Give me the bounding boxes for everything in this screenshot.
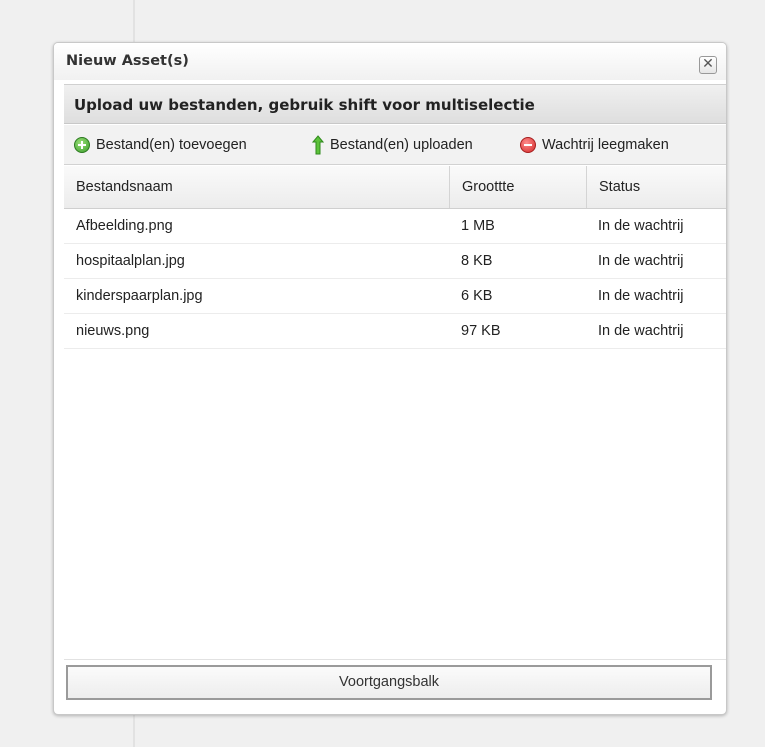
- file-size: 8 KB: [461, 253, 493, 269]
- progress-label: Voortgangsbalk: [339, 674, 439, 690]
- table-row[interactable]: kinderspaarplan.jpg 6 KB In de wachtrij: [64, 279, 726, 314]
- grid-header: Bestandsnaam Groottte Status: [64, 166, 726, 209]
- file-name: nieuws.png: [76, 323, 150, 339]
- add-files-button[interactable]: Bestand(en) toevoegen: [74, 135, 247, 155]
- file-size: 1 MB: [461, 218, 495, 234]
- clear-queue-button[interactable]: Wachtrij leegmaken: [520, 135, 669, 155]
- column-header-size[interactable]: Groottte: [449, 166, 586, 208]
- file-size: 97 KB: [461, 323, 501, 339]
- file-name: kinderspaarplan.jpg: [76, 288, 203, 304]
- arrow-up-icon: [312, 135, 324, 155]
- file-status: In de wachtrij: [598, 323, 684, 339]
- file-name: hospitaalplan.jpg: [76, 253, 185, 269]
- close-button[interactable]: ✕: [699, 56, 717, 74]
- dialog-titlebar[interactable]: Nieuw Asset(s) ✕: [54, 43, 726, 80]
- file-status: In de wachtrij: [598, 218, 684, 234]
- remove-circle-icon: [520, 137, 536, 153]
- table-row[interactable]: Afbeelding.png 1 MB In de wachtrij: [64, 209, 726, 244]
- clear-queue-label: Wachtrij leegmaken: [542, 137, 669, 153]
- file-grid: Bestandsnaam Groottte Status Afbeelding.…: [64, 166, 726, 660]
- table-row[interactable]: nieuws.png 97 KB In de wachtrij: [64, 314, 726, 349]
- upload-dialog: Nieuw Asset(s) ✕ Upload uw bestanden, ge…: [53, 42, 727, 715]
- panel-header-label: Upload uw bestanden, gebruik shift voor …: [74, 96, 535, 114]
- upload-files-label: Bestand(en) uploaden: [330, 137, 473, 153]
- table-row[interactable]: hospitaalplan.jpg 8 KB In de wachtrij: [64, 244, 726, 279]
- progress-bar: Voortgangsbalk: [66, 665, 712, 700]
- file-status: In de wachtrij: [598, 288, 684, 304]
- file-status: In de wachtrij: [598, 253, 684, 269]
- add-circle-icon: [74, 137, 90, 153]
- toolbar: Bestand(en) toevoegen Bestand(en) upload…: [64, 125, 726, 165]
- panel-header: Upload uw bestanden, gebruik shift voor …: [64, 84, 726, 124]
- column-header-filename[interactable]: Bestandsnaam: [64, 166, 449, 208]
- column-header-status[interactable]: Status: [586, 166, 726, 208]
- file-name: Afbeelding.png: [76, 218, 173, 234]
- dialog-title: Nieuw Asset(s): [66, 53, 189, 69]
- add-files-label: Bestand(en) toevoegen: [96, 137, 247, 153]
- file-size: 6 KB: [461, 288, 493, 304]
- upload-files-button[interactable]: Bestand(en) uploaden: [312, 135, 473, 155]
- close-icon: ✕: [702, 56, 714, 72]
